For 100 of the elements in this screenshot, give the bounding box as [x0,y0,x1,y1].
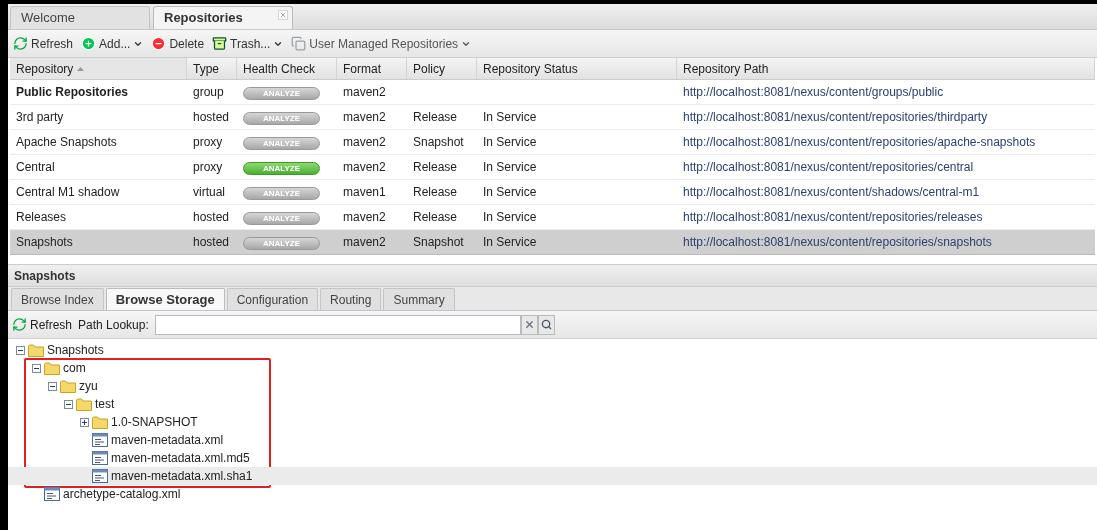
copy-icon [291,36,307,51]
tree-label: zyu [79,378,98,395]
repository-path-link[interactable]: http://localhost:8081/nexus/content/repositories/central [677,158,1095,176]
toolbar-button[interactable]: Add... [80,32,145,55]
refresh-icon [12,317,27,332]
table-cell-text: Public Repositories [15,84,130,101]
table-cell: In Service [483,210,537,224]
table-cell-text: maven2 [342,84,387,101]
add-icon [81,36,97,51]
field-label: Path Lookup: [78,316,149,334]
table-cell: Release [413,185,458,199]
table-cell: Release [413,110,458,124]
table-cell: Release [413,160,458,174]
collapse-icon[interactable] [32,363,41,373]
toolbar-button[interactable]: Refresh [12,32,75,55]
collapse-icon[interactable] [64,399,73,409]
expand-icon[interactable] [80,417,89,427]
repository-path-link[interactable]: http://localhost:8081/nexus/content/repositories/apache-snapshots [677,133,1095,151]
tab[interactable]: Welcome [10,6,150,29]
tab[interactable]: Browse Storage [105,288,225,310]
column-header[interactable]: Repository Path [677,58,1095,79]
clear-icon [523,319,535,330]
tree-label: Snapshots [47,342,104,359]
repository-path-link[interactable]: http://localhost:8081/nexus/content/shadows/central-m1 [677,183,1095,201]
tree-label: test [95,396,115,413]
table-cell-text: group [192,84,225,101]
table-cell-text: maven2 [342,134,387,151]
folder-icon [44,361,60,375]
table-cell-text: Snapshots [15,234,74,251]
tree-row[interactable]: 1.0-SNAPSHOT [8,413,1097,431]
folder-icon [76,397,92,411]
table-cell-text: hosted [192,209,231,226]
collapse-icon[interactable] [48,381,57,391]
table-cell-text: proxy [192,134,224,151]
table-cell-text: maven2 [342,234,387,251]
column-header[interactable]: Health Check [237,58,337,79]
tab[interactable]: Repositories [153,6,293,29]
file-icon [92,451,108,465]
table-cell-text: Apache Snapshots [15,134,118,151]
folder-icon [92,415,108,429]
tree-row[interactable]: archetype-catalog.xml [8,485,1097,503]
table-cell: Snapshot [413,235,464,249]
column-header[interactable]: Format [337,58,407,79]
refresh-icon [13,36,28,51]
tab[interactable]: Configuration [226,288,319,310]
folder-icon [60,379,76,393]
column-header[interactable]: Type [187,58,237,79]
table-cell: In Service [483,160,537,174]
table-cell: In Service [483,135,537,149]
repository-path-link[interactable]: http://localhost:8081/nexus/content/groups/public [677,83,1095,101]
table-cell: In Service [483,185,537,199]
column-header[interactable]: Repository [10,58,187,79]
table-cell-text: maven1 [342,184,387,201]
folder-icon [28,343,44,357]
close-icon[interactable] [278,10,288,20]
tree-row[interactable]: test [8,395,1097,413]
tree-row[interactable]: zyu [8,377,1097,395]
toolbar-button[interactable]: Delete [150,32,206,55]
file-icon [92,469,108,483]
table-cell: Snapshot [413,135,464,149]
tree-row[interactable]: maven-metadata.xml [8,431,1097,449]
refresh-button[interactable]: Refresh [12,315,73,334]
repository-path-link[interactable]: http://localhost:8081/nexus/content/repositories/snapshots [677,233,1095,251]
toolbar-button[interactable]: Trash... [211,32,285,55]
table-row[interactable]: Snapshots hosted ANALYZE maven2 Snapshot In Service http://localhost:8081/nexus/content/repositories/snapshots [10,230,1095,255]
tree-label: archetype-catalog.xml [63,486,181,503]
file-icon [44,487,60,501]
repository-path-link[interactable]: http://localhost:8081/nexus/content/repositories/releases [677,208,1095,226]
file-icon [92,433,108,447]
tab[interactable]: Routing [320,288,382,310]
path-lookup-field[interactable] [154,314,521,335]
table-cell-text: proxy [192,159,224,176]
tree-label: com [63,360,86,377]
table-cell: Release [413,210,458,224]
table-cell-text: hosted [192,109,231,126]
tree-row[interactable]: maven-metadata.xml.sha1 [8,467,1097,485]
repository-path-link[interactable]: http://localhost:8081/nexus/content/repositories/thirdparty [677,108,1095,126]
tree-label: 1.0-SNAPSHOT [111,414,198,431]
table-cell-text: maven2 [342,109,387,126]
tree-row[interactable]: maven-metadata.xml.md5 [8,449,1097,467]
tree-row[interactable]: com [8,359,1097,377]
table-cell-text: maven2 [342,209,387,226]
archive-icon [212,36,228,51]
table-cell: In Service [483,235,537,249]
tree-label: maven-metadata.xml.md5 [111,450,250,467]
table-cell-text: maven2 [342,159,387,176]
tree-row[interactable]: Snapshots [8,341,1097,359]
column-header[interactable]: Policy [407,58,477,79]
toolbar-button[interactable]: User Managed Repositories [290,32,473,55]
delete-icon [151,36,167,51]
collapse-icon[interactable] [16,345,25,355]
table-cell-text: Releases [15,209,68,226]
tab[interactable]: Summary [383,288,455,310]
panel-header: Snapshots [8,265,1097,287]
tree-label: maven-metadata.xml [111,432,224,449]
tree-label: maven-metadata.xml.sha1 [111,468,253,485]
table-cell-text: 3rd party [15,109,65,126]
table-cell-text: hosted [192,234,231,251]
column-header[interactable]: Repository Status [477,58,677,79]
tab[interactable]: Browse Index [11,288,104,310]
